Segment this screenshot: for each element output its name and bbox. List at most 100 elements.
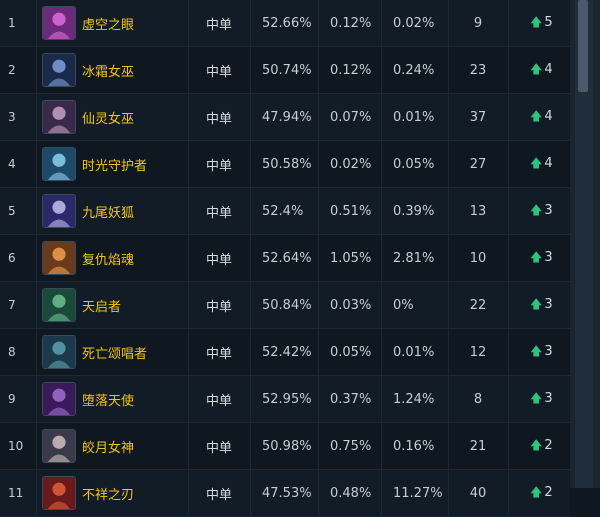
ban-rate: 0.01% (393, 344, 435, 360)
trend-indicator: 🡅 4 (530, 107, 553, 128)
column-divider (381, 423, 382, 469)
column-divider (188, 94, 189, 140)
champion-portrait-icon[interactable] (42, 382, 76, 416)
champion-name-link[interactable]: 九尾妖狐 (82, 202, 134, 221)
column-divider (448, 141, 449, 187)
position-label: 中单 (206, 487, 233, 503)
column-divider (448, 376, 449, 422)
champion-portrait-icon[interactable] (42, 429, 76, 463)
trend-value: 4 (544, 61, 553, 77)
champion-name-link[interactable]: 仙灵女巫 (82, 108, 134, 127)
win-rate: 50.98% (262, 438, 312, 454)
champion-portrait-icon[interactable] (42, 53, 76, 87)
rank-number: 5 (8, 204, 16, 218)
rank-number: 2 (8, 63, 16, 77)
rank-number: 3 (8, 110, 16, 124)
ban-rate: 0.05% (393, 156, 435, 172)
column-divider (250, 329, 251, 375)
position-label: 中单 (206, 64, 233, 80)
column-divider (250, 470, 251, 516)
vertical-scrollbar[interactable] (570, 0, 600, 488)
champion-portrait-icon[interactable] (42, 100, 76, 134)
table-row[interactable]: 1 虚空之眼 中单 52.66% 0.12% 0.02% 9 🡅 5 (0, 0, 570, 47)
rank-number: 4 (8, 157, 16, 171)
rank-number: 10 (8, 439, 24, 453)
tier-value: 21 (469, 438, 487, 454)
champion-name-link[interactable]: 死亡颂唱者 (82, 343, 147, 362)
column-divider (318, 282, 319, 328)
column-divider (448, 47, 449, 93)
arrow-up-icon: 🡅 (530, 390, 543, 405)
table-row[interactable]: 3 仙灵女巫 中单 47.94% 0.07% 0.01% 37 🡅 4 (0, 94, 570, 141)
table-row[interactable]: 7 天启者 中单 50.84% 0.03% 0% 22 🡅 3 (0, 282, 570, 329)
column-divider (448, 329, 449, 375)
trend-indicator: 🡅 3 (530, 295, 553, 316)
position-label: 中单 (206, 17, 233, 33)
table-row[interactable]: 9 堕落天使 中单 52.95% 0.37% 1.24% 8 🡅 3 (0, 376, 570, 423)
champion-name-link[interactable]: 冰霜女巫 (82, 61, 134, 80)
win-rate: 52.4% (262, 203, 304, 219)
table-row[interactable]: 8 死亡颂唱者 中单 52.42% 0.05% 0.01% 12 🡅 3 (0, 329, 570, 376)
trend-value: 2 (544, 484, 553, 500)
champion-portrait-icon[interactable] (42, 241, 76, 275)
champion-name-link[interactable]: 不祥之刃 (82, 484, 134, 503)
column-divider (250, 282, 251, 328)
trend-value: 2 (544, 437, 553, 453)
table-row[interactable]: 5 九尾妖狐 中单 52.4% 0.51% 0.39% 13 🡅 3 (0, 188, 570, 235)
table-row[interactable]: 2 冰霜女巫 中单 50.74% 0.12% 0.24% 23 🡅 4 (0, 47, 570, 94)
column-divider (381, 47, 382, 93)
trend-indicator: 🡅 3 (530, 248, 553, 269)
column-divider (250, 94, 251, 140)
column-divider (381, 141, 382, 187)
column-divider (381, 94, 382, 140)
trend-value: 3 (544, 390, 553, 406)
pick-rate: 0.07% (330, 109, 372, 125)
champion-portrait-icon[interactable] (42, 335, 76, 369)
table-row[interactable]: 4 时光守护者 中单 50.58% 0.02% 0.05% 27 🡅 4 (0, 141, 570, 188)
tier-value: 13 (469, 203, 487, 219)
champion-name-link[interactable]: 皎月女神 (82, 437, 134, 456)
column-divider (448, 282, 449, 328)
trend-value: 4 (544, 108, 553, 124)
column-divider (381, 0, 382, 46)
trend-indicator: 🡅 2 (530, 436, 553, 457)
champion-name-link[interactable]: 堕落天使 (82, 390, 134, 409)
win-rate: 52.95% (262, 391, 312, 407)
tier-value: 23 (469, 62, 487, 78)
champion-name-link[interactable]: 时光守护者 (82, 155, 147, 174)
champion-portrait-icon[interactable] (42, 6, 76, 40)
column-divider (448, 188, 449, 234)
ban-rate: 1.24% (393, 391, 435, 407)
arrow-up-icon: 🡅 (530, 343, 543, 358)
column-divider (36, 423, 37, 469)
champion-name-link[interactable]: 虚空之眼 (82, 14, 134, 33)
column-divider (250, 376, 251, 422)
win-rate: 52.64% (262, 250, 312, 266)
column-divider (381, 188, 382, 234)
champion-portrait-icon[interactable] (42, 194, 76, 228)
arrow-up-icon: 🡅 (530, 484, 543, 499)
column-divider (448, 235, 449, 281)
champion-name-link[interactable]: 复仇焰魂 (82, 249, 134, 268)
trend-value: 3 (544, 343, 553, 359)
pick-rate: 0.02% (330, 156, 372, 172)
champion-portrait-icon[interactable] (42, 476, 76, 510)
arrow-up-icon: 🡅 (530, 202, 543, 217)
pick-rate: 0.03% (330, 297, 372, 313)
tier-value: 37 (469, 109, 487, 125)
table-row[interactable]: 11 不祥之刃 中单 47.53% 0.48% 11.27% 40 🡅 2 (0, 470, 570, 517)
column-divider (448, 94, 449, 140)
champion-portrait-icon[interactable] (42, 147, 76, 181)
rank-number: 1 (8, 16, 16, 30)
win-rate: 47.94% (262, 109, 312, 125)
scrollbar-thumb[interactable] (578, 0, 588, 92)
table-row[interactable]: 6 复仇焰魂 中单 52.64% 1.05% 2.81% 10 🡅 3 (0, 235, 570, 282)
table-row[interactable]: 10 皎月女神 中单 50.98% 0.75% 0.16% 21 🡅 2 (0, 423, 570, 470)
tier-value: 10 (469, 250, 487, 266)
column-divider (250, 141, 251, 187)
column-divider (36, 141, 37, 187)
column-divider (188, 470, 189, 516)
champion-name-link[interactable]: 天启者 (82, 296, 121, 315)
arrow-up-icon: 🡅 (530, 14, 543, 29)
champion-portrait-icon[interactable] (42, 288, 76, 322)
